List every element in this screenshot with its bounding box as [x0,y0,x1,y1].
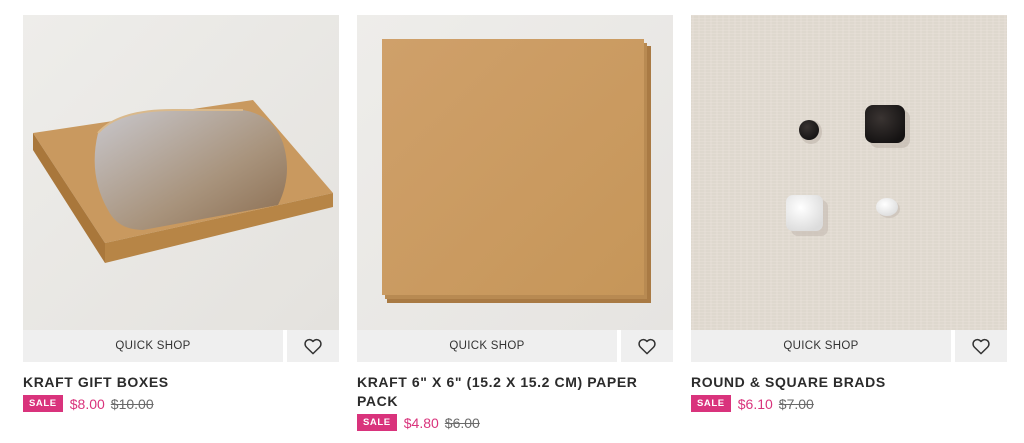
heart-outline-icon [638,338,656,354]
heart-outline-icon [972,338,990,354]
heart-outline-icon [304,338,322,354]
quick-shop-button[interactable]: QUICK SHOP [691,330,951,362]
price-row: SALE $8.00 $10.00 [23,395,339,412]
quick-shop-button[interactable]: QUICK SHOP [23,330,283,362]
product-card: QUICK SHOP KRAFT 6" X 6" (15.2 X 15.2 CM… [357,15,673,431]
product-actions: QUICK SHOP [357,330,673,362]
product-image-kraft-gift-boxes[interactable] [23,15,339,330]
favorite-button[interactable] [621,330,673,362]
quick-shop-button[interactable]: QUICK SHOP [357,330,617,362]
sale-price: $4.80 [403,414,439,431]
product-image-round-square-brads[interactable] [691,15,1007,330]
product-image-kraft-paper-pack[interactable] [357,15,673,330]
favorite-button[interactable] [955,330,1007,362]
brads-illustration [691,15,1007,330]
product-title[interactable]: KRAFT 6" X 6" (15.2 X 15.2 CM) PAPER PAC… [357,373,673,411]
sale-badge: SALE [691,395,731,412]
price-row: SALE $6.10 $7.00 [691,395,1007,412]
product-card: QUICK SHOP KRAFT GIFT BOXES SALE $8.00 $… [23,15,339,431]
sale-price: $6.10 [737,395,773,412]
product-actions: QUICK SHOP [23,330,339,362]
favorite-button[interactable] [287,330,339,362]
original-price: $6.00 [444,414,480,431]
original-price: $10.00 [110,395,154,412]
sale-badge: SALE [357,414,397,431]
product-title[interactable]: ROUND & SQUARE BRADS [691,373,1007,392]
product-grid: QUICK SHOP KRAFT GIFT BOXES SALE $8.00 $… [23,15,1007,431]
gift-box-illustration [23,15,339,330]
paper-pack-illustration [357,15,673,330]
product-card: QUICK SHOP ROUND & SQUARE BRADS SALE $6.… [691,15,1007,431]
price-row: SALE $4.80 $6.00 [357,414,673,431]
product-title[interactable]: KRAFT GIFT BOXES [23,373,339,392]
product-actions: QUICK SHOP [691,330,1007,362]
original-price: $7.00 [778,395,814,412]
sale-badge: SALE [23,395,63,412]
sale-price: $8.00 [69,395,105,412]
